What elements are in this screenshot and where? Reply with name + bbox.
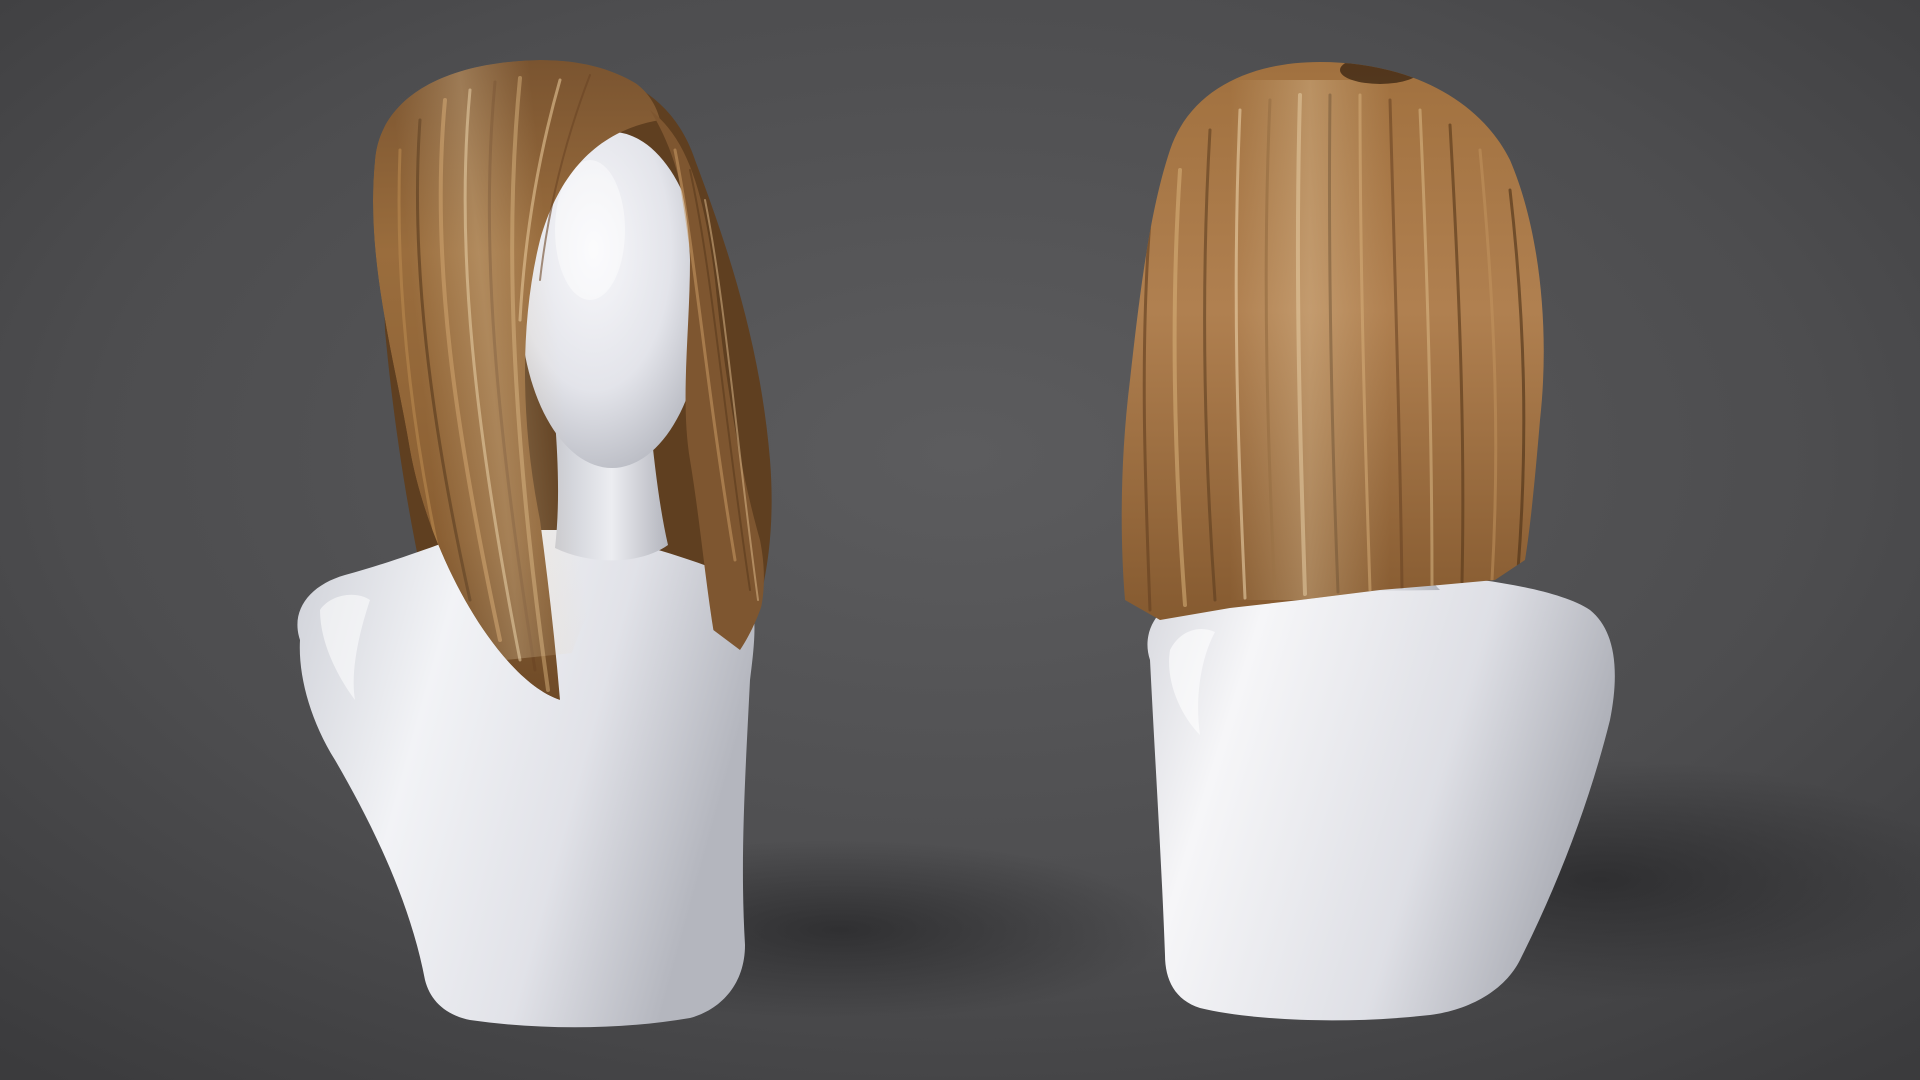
render-scene xyxy=(0,0,1920,1080)
back-hair-shine xyxy=(1230,80,1390,600)
